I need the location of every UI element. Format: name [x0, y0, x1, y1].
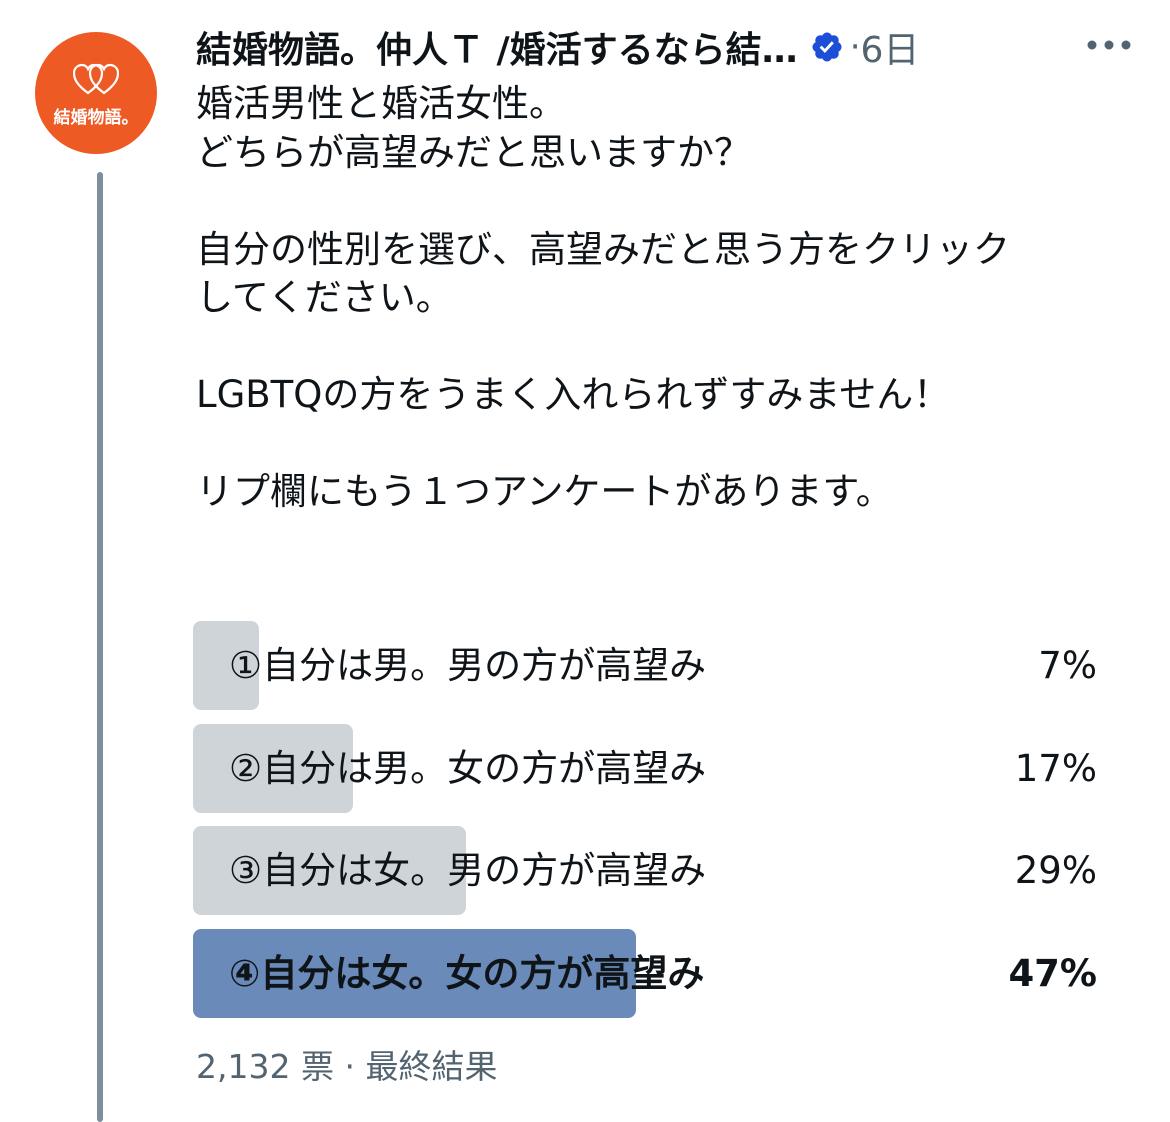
tweet-text-line: してください。: [196, 276, 453, 319]
poll-option-percent: 29%: [1014, 849, 1097, 892]
poll-option-2: ②自分は男。女の方が高望み 17%: [193, 723, 1103, 813]
more-options-icon[interactable]: [1086, 38, 1132, 52]
poll: ①自分は男。男の方が高望み 7% ②自分は男。女の方が高望み 17% ③自分は女…: [193, 621, 1103, 1031]
poll-option-label: ④自分は女。女の方が高望み: [229, 951, 705, 995]
tweet-text-line: 婚活男性と婚活女性。: [196, 82, 566, 125]
tweet-header: 結婚物語。仲人Ｔ /婚活するなら結… · 6日: [196, 22, 919, 72]
tweet-text: 婚活男性と婚活女性。 どちらが高望みだと思いますか？ 自分の性別を選び、高望みだ…: [196, 80, 1156, 517]
author-name[interactable]: 結婚物語。仲人Ｔ /婚活するなら結…: [196, 21, 798, 73]
poll-vote-count: 2,132 票: [196, 1047, 334, 1086]
poll-option-label: ③自分は女。男の方が高望み: [229, 849, 707, 892]
poll-status: 最終結果: [365, 1047, 498, 1086]
tweet-text-line: LGBTQの方をうまく入れられずすみません！: [196, 373, 951, 416]
tweet-text-line: [196, 420, 1156, 469]
tweet-text-line: [196, 177, 1156, 226]
tweet-text-line: どちらが高望みだと思いますか？: [196, 130, 751, 174]
thread-line: [97, 172, 103, 1122]
poll-option-3: ③自分は女。男の方が高望み 29%: [193, 826, 1103, 915]
poll-option-percent: 47%: [1008, 951, 1097, 995]
tweet-text-line: リプ欄にもう１つアンケートがあります。: [196, 470, 893, 513]
poll-option-percent: 17%: [1014, 746, 1097, 790]
poll-option-4: ④自分は女。女の方が高望み 47%: [193, 928, 1103, 1018]
tweet-text-line: [196, 323, 1156, 372]
avatar-logo-text: 結婚物語。: [53, 107, 139, 128]
poll-footer: 2,132 票 · 最終結果: [196, 1040, 497, 1088]
double-heart-icon: [73, 63, 119, 94]
poll-footer-separator: ·: [344, 1047, 355, 1086]
author-avatar[interactable]: 結婚物語。: [35, 32, 157, 154]
poll-option-percent: 7%: [1038, 644, 1097, 687]
header-separator: ·: [849, 27, 861, 67]
tweet-time[interactable]: 6日: [861, 21, 920, 73]
poll-option-label: ①自分は男。男の方が高望み: [229, 644, 707, 687]
poll-option-label: ②自分は男。女の方が高望み: [229, 746, 707, 790]
poll-option-1: ①自分は男。男の方が高望み 7%: [193, 621, 1103, 710]
verified-badge-icon[interactable]: [810, 30, 844, 64]
tweet-text-line: 自分の性別を選び、高望みだと思う方をクリック: [196, 227, 1010, 271]
